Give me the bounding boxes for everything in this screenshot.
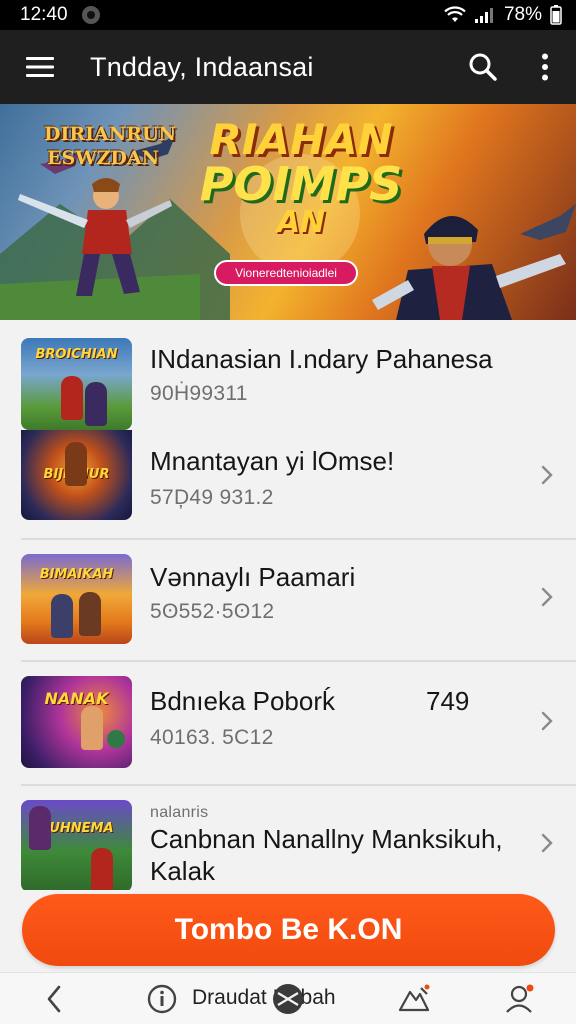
- list-item[interactable]: BUHNEMA nalanris Canbnan Nanallny Manksi…: [0, 800, 576, 890]
- thumbnail-figure: [65, 442, 87, 486]
- thumbnail-title: BROICHIAN: [35, 347, 118, 362]
- list-item[interactable]: BIJIAHUR Mnantayan yi lOmse! 57Ḑ49 931.2: [0, 430, 576, 522]
- item-count-badge: 749: [426, 686, 470, 716]
- divider: [21, 660, 576, 662]
- more-options-button[interactable]: [514, 30, 576, 104]
- menu-icon: [26, 57, 54, 77]
- item-title: Canbnan Nanallny Manksikuh,: [150, 824, 503, 854]
- info-button[interactable]: [144, 973, 180, 1024]
- status-bar: 12:40 78%: [0, 0, 576, 30]
- thumbnail-badge: [107, 730, 125, 748]
- item-title: Vənnaylı Paamari: [150, 562, 356, 592]
- profile-icon: [506, 984, 534, 1013]
- game-thumbnail: BIJIAHUR: [21, 430, 132, 520]
- edit-button[interactable]: [394, 973, 434, 1024]
- banner-logo-small: DIRIANRUN ESWZDAN: [44, 122, 176, 170]
- chevron-right-icon: [540, 464, 554, 486]
- thumbnail-figure: [51, 594, 73, 638]
- banner-cta-button[interactable]: Vioneredtenioiadlei: [214, 260, 358, 286]
- search-button[interactable]: [452, 30, 514, 104]
- signal-icon: [474, 8, 493, 23]
- search-icon: [469, 53, 497, 81]
- cta-area: Tombo Be K.ON: [0, 890, 576, 972]
- game-thumbnail: NANAK: [21, 676, 132, 768]
- game-thumbnail: BUHNEMA: [21, 800, 132, 890]
- back-button[interactable]: [34, 973, 74, 1024]
- profile-button[interactable]: [500, 973, 540, 1024]
- item-subtitle: 90Ḣ99311: [150, 382, 248, 405]
- thumbnail-title: NANAK: [44, 689, 109, 708]
- game-thumbnail: BIMAIKAH: [21, 554, 132, 644]
- back-icon: [47, 985, 61, 1013]
- list-item[interactable]: NANAK Bdnıeka Poborḱ 749 40163. 5C12: [0, 676, 576, 768]
- divider: [21, 538, 576, 540]
- chevron-right-icon: [540, 832, 554, 854]
- banner-logo-small-line2: ESWZDAN: [47, 147, 159, 169]
- thumbnail-title: BIMAIKAH: [39, 567, 114, 582]
- item-subtitle: 5ʘ552·5ʘ12: [150, 600, 275, 623]
- banner-logo-line2: POIMPS: [199, 157, 403, 211]
- thumbnail-figure: [29, 806, 51, 850]
- cut-icon: [273, 984, 303, 1014]
- item-subtitle: 57Ḑ49 931.2: [150, 486, 274, 509]
- banner-logo-line3: AN: [276, 205, 326, 240]
- list-item[interactable]: BIMAIKAH Vənnaylı Paamari 5ʘ552·5ʘ12: [0, 554, 576, 644]
- item-title: INdanasian I.ndary Pahanesa: [150, 344, 493, 374]
- thumbnail-figure: [61, 376, 83, 420]
- nav-center-label[interactable]: Draudat Iatibah: [192, 986, 336, 1010]
- game-thumbnail: BROICHIAN: [21, 338, 132, 430]
- divider: [21, 784, 576, 786]
- item-overline: nalanris: [150, 804, 209, 821]
- edit-icon: [398, 984, 430, 1012]
- banner-logo-line1: RIAHAN: [209, 115, 393, 164]
- item-title-line2: Kalak: [150, 856, 216, 886]
- info-icon: [147, 984, 177, 1014]
- bottom-nav: Draudat Iatibah: [0, 972, 576, 1024]
- game-list: BROICHIAN INdanasian I.ndary Pahanesa 90…: [0, 320, 576, 890]
- cut-button[interactable]: [270, 973, 306, 1024]
- more-vert-icon: [542, 53, 548, 81]
- thumbnail-figure: [91, 848, 113, 890]
- page-title: Tndday, Indaansai: [90, 51, 314, 82]
- item-title: Bdnıeka Poborḱ: [150, 686, 336, 716]
- app-bar: Tndday, Indaansai: [0, 30, 576, 104]
- list-item[interactable]: BROICHIAN INdanasian I.ndary Pahanesa 90…: [0, 338, 576, 430]
- chevron-right-icon: [540, 710, 554, 732]
- status-time: 12:40: [20, 4, 68, 25]
- wifi-icon: [444, 6, 466, 22]
- item-title: Mnantayan yi lOmse!: [150, 446, 395, 476]
- thumbnail-figure: [79, 592, 101, 636]
- notification-icon: [81, 6, 100, 24]
- battery-icon: [550, 5, 562, 25]
- banner-logo-small-line1: DIRIANRUN: [44, 123, 176, 145]
- thumbnail-figure: [85, 382, 107, 426]
- chevron-right-icon: [540, 586, 554, 608]
- menu-button[interactable]: [0, 30, 80, 104]
- primary-cta-button[interactable]: Tombo Be K.ON: [22, 894, 555, 966]
- battery-percent: 78%: [503, 4, 542, 25]
- item-subtitle: 40163. 5C12: [150, 726, 274, 749]
- promo-banner[interactable]: DIRIANRUN ESWZDAN RIAHAN POIMPS AN Vione…: [0, 104, 576, 320]
- banner-logo: RIAHAN POIMPS AN: [196, 118, 406, 240]
- thumbnail-figure: [81, 706, 103, 750]
